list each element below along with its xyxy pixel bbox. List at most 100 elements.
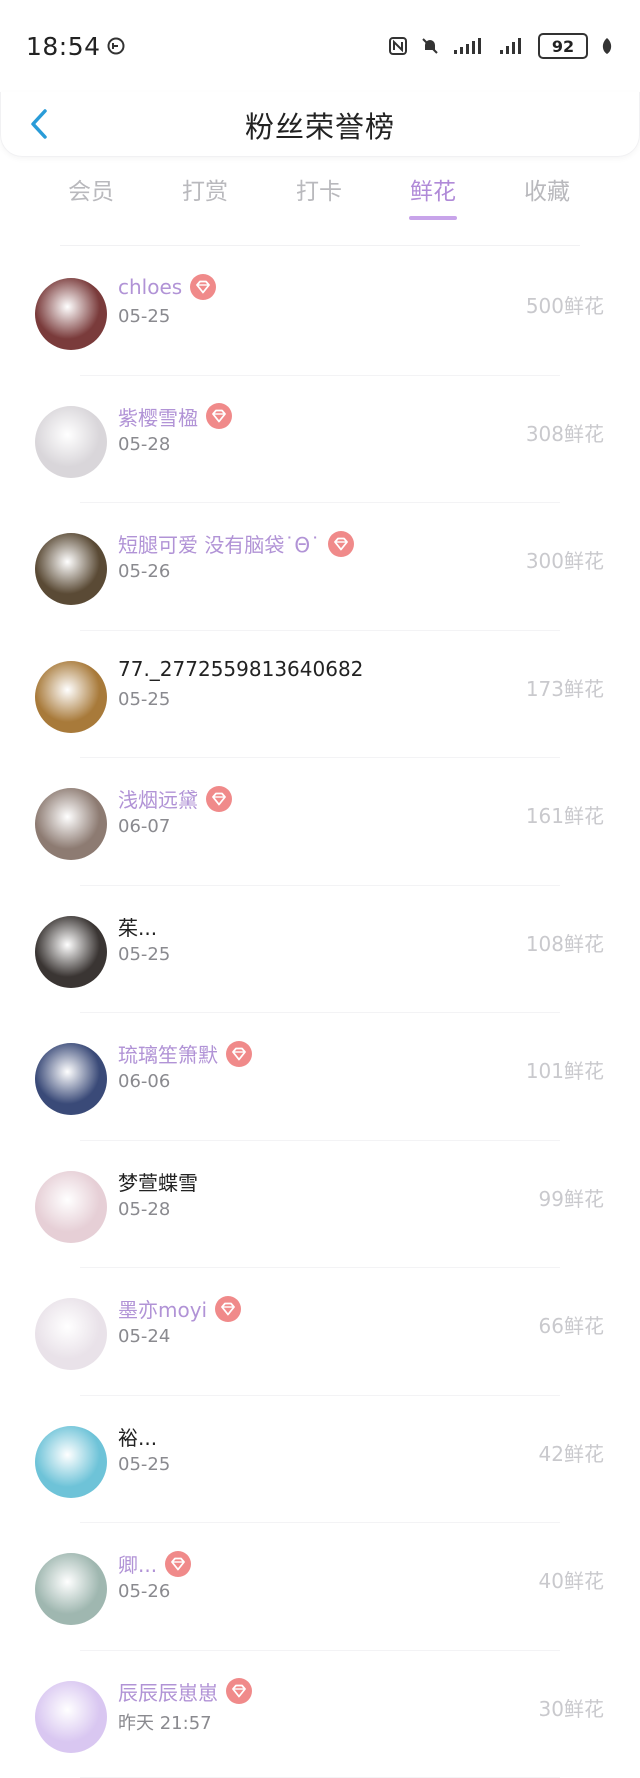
vip-diamond-icon (226, 1041, 252, 1067)
list-item[interactable]: 短腿可爱 没有脑袋˙Θ˙ 05-26 300鲜花 (0, 503, 640, 631)
name-line: 茱... (118, 912, 157, 941)
list-item[interactable]: 裕... 05-25 42鲜花 (0, 1396, 640, 1524)
name-line: 琉璃笙箫默 (118, 1039, 252, 1068)
date-text: 05-25 (118, 689, 170, 710)
user-name: 浅烟远黛 (118, 784, 198, 813)
name-line: 梦萱蝶雪 (118, 1167, 198, 1196)
name-line: 裕... (118, 1422, 157, 1451)
list-item[interactable]: 卿...05-2640鲜花 (0, 1523, 640, 1651)
signal-icon (452, 36, 486, 56)
tab-label: 会员 (68, 179, 114, 205)
user-name: 茱... (118, 912, 157, 941)
list-item[interactable]: 辰辰辰崽崽昨天 21:57 30鲜花 (0, 1651, 640, 1778)
list-item[interactable]: 茱...05-25108鲜花 (0, 886, 640, 1014)
tab-favorites[interactable]: 收藏 (502, 172, 592, 206)
avatar[interactable] (35, 1298, 107, 1370)
vip-diamond-icon (190, 274, 216, 300)
flower-count: 101鲜花 (526, 1055, 604, 1084)
avatar[interactable] (35, 1681, 107, 1753)
vip-diamond-icon (328, 531, 354, 557)
user-name: 卿... (118, 1549, 157, 1578)
tab-tips[interactable]: 打赏 (160, 172, 250, 206)
avatar[interactable] (35, 1553, 107, 1625)
date-text: 05-24 (118, 1326, 170, 1347)
vip-diamond-icon (226, 1678, 252, 1704)
name-line: 浅烟远黛 (118, 784, 232, 813)
page-header: 粉丝荣誉榜 (0, 92, 640, 157)
tab-label: 打赏 (182, 179, 228, 205)
user-name: 裕... (118, 1422, 157, 1451)
clock-text: 18:54 (26, 32, 101, 61)
user-name: 短腿可爱 没有脑袋˙Θ˙ (118, 529, 320, 558)
tab-label: 收藏 (524, 179, 570, 205)
user-name: 77._2772559813640682 (118, 657, 363, 681)
tab-checkin[interactable]: 打卡 (274, 172, 364, 206)
tab-divider (60, 245, 580, 246)
app-badge-icon (107, 37, 125, 55)
date-text: 05-25 (118, 1454, 170, 1475)
avatar[interactable] (35, 406, 107, 478)
flower-count: 308鲜花 (526, 418, 604, 447)
tab-bar: 会员 打赏 打卡 鲜花 收藏 (0, 172, 640, 232)
avatar[interactable] (35, 1171, 107, 1243)
status-icons: 92 (388, 33, 614, 59)
name-line: 卿... (118, 1549, 191, 1578)
user-name: 琉璃笙箫默 (118, 1039, 218, 1068)
user-name: 紫樱雪楹 (118, 402, 198, 431)
flower-count: 500鲜花 (526, 290, 604, 319)
avatar[interactable] (35, 788, 107, 860)
active-tab-indicator (409, 216, 457, 220)
tab-flowers[interactable]: 鲜花 (388, 172, 478, 220)
user-name: chloes (118, 275, 182, 299)
flower-count: 300鲜花 (526, 545, 604, 574)
name-line: 墨亦moyi (118, 1294, 241, 1323)
vip-diamond-icon (206, 403, 232, 429)
flower-count: 40鲜花 (539, 1565, 604, 1594)
mute-icon (420, 36, 440, 56)
name-line: 短腿可爱 没有脑袋˙Θ˙ (118, 529, 354, 558)
vip-diamond-icon (215, 1296, 241, 1322)
avatar[interactable] (35, 1426, 107, 1498)
nfc-icon (388, 36, 408, 56)
vip-diamond-icon (206, 786, 232, 812)
fan-ranking-list: chloes 05-25 500鲜花紫樱雪楹 05-28 308鲜花短腿可爱 没有脑袋˙… (0, 248, 640, 1778)
flower-count: 66鲜花 (539, 1310, 604, 1339)
name-line: 辰辰辰崽崽 (118, 1677, 252, 1706)
date-text: 昨天 21:57 (118, 1709, 212, 1735)
list-item[interactable]: 紫樱雪楹 05-28 308鲜花 (0, 376, 640, 504)
avatar[interactable] (35, 916, 107, 988)
status-bar: 18:54 92 (0, 0, 640, 92)
flower-count: 161鲜花 (526, 800, 604, 829)
list-item[interactable]: chloes 05-25 500鲜花 (0, 248, 640, 376)
tab-members[interactable]: 会员 (46, 172, 136, 206)
battery-indicator: 92 (538, 33, 588, 59)
flower-count: 42鲜花 (539, 1438, 604, 1467)
avatar[interactable] (35, 533, 107, 605)
list-item[interactable]: 浅烟远黛06-07161鲜花 (0, 758, 640, 886)
leaf-icon (600, 37, 614, 55)
avatar[interactable] (35, 278, 107, 350)
date-text: 05-28 (118, 434, 170, 455)
name-line: chloes (118, 274, 216, 300)
date-text: 05-25 (118, 306, 170, 327)
list-item[interactable]: 琉璃笙箫默 06-06 101鲜花 (0, 1013, 640, 1141)
user-name: 辰辰辰崽崽 (118, 1677, 218, 1706)
date-text: 05-25 (118, 944, 170, 965)
flower-count: 30鲜花 (539, 1693, 604, 1722)
user-name: 墨亦moyi (118, 1294, 207, 1323)
tab-label: 鲜花 (410, 179, 456, 205)
list-item[interactable]: 梦萱蝶雪 05-28 99鲜花 (0, 1141, 640, 1269)
vip-diamond-icon (165, 1551, 191, 1577)
avatar[interactable] (35, 1043, 107, 1115)
date-text: 06-06 (118, 1071, 170, 1092)
tab-label: 打卡 (296, 179, 342, 205)
avatar[interactable] (35, 661, 107, 733)
list-item[interactable]: 墨亦moyi 05-24 66鲜花 (0, 1268, 640, 1396)
flower-count: 99鲜花 (539, 1183, 604, 1212)
list-item[interactable]: 77._2772559813640682 05-25 173鲜花 (0, 631, 640, 759)
date-text: 05-28 (118, 1199, 170, 1220)
status-time: 18:54 (26, 32, 125, 61)
signal-icon-2 (498, 36, 526, 56)
flower-count: 173鲜花 (526, 673, 604, 702)
date-text: 05-26 (118, 561, 170, 582)
